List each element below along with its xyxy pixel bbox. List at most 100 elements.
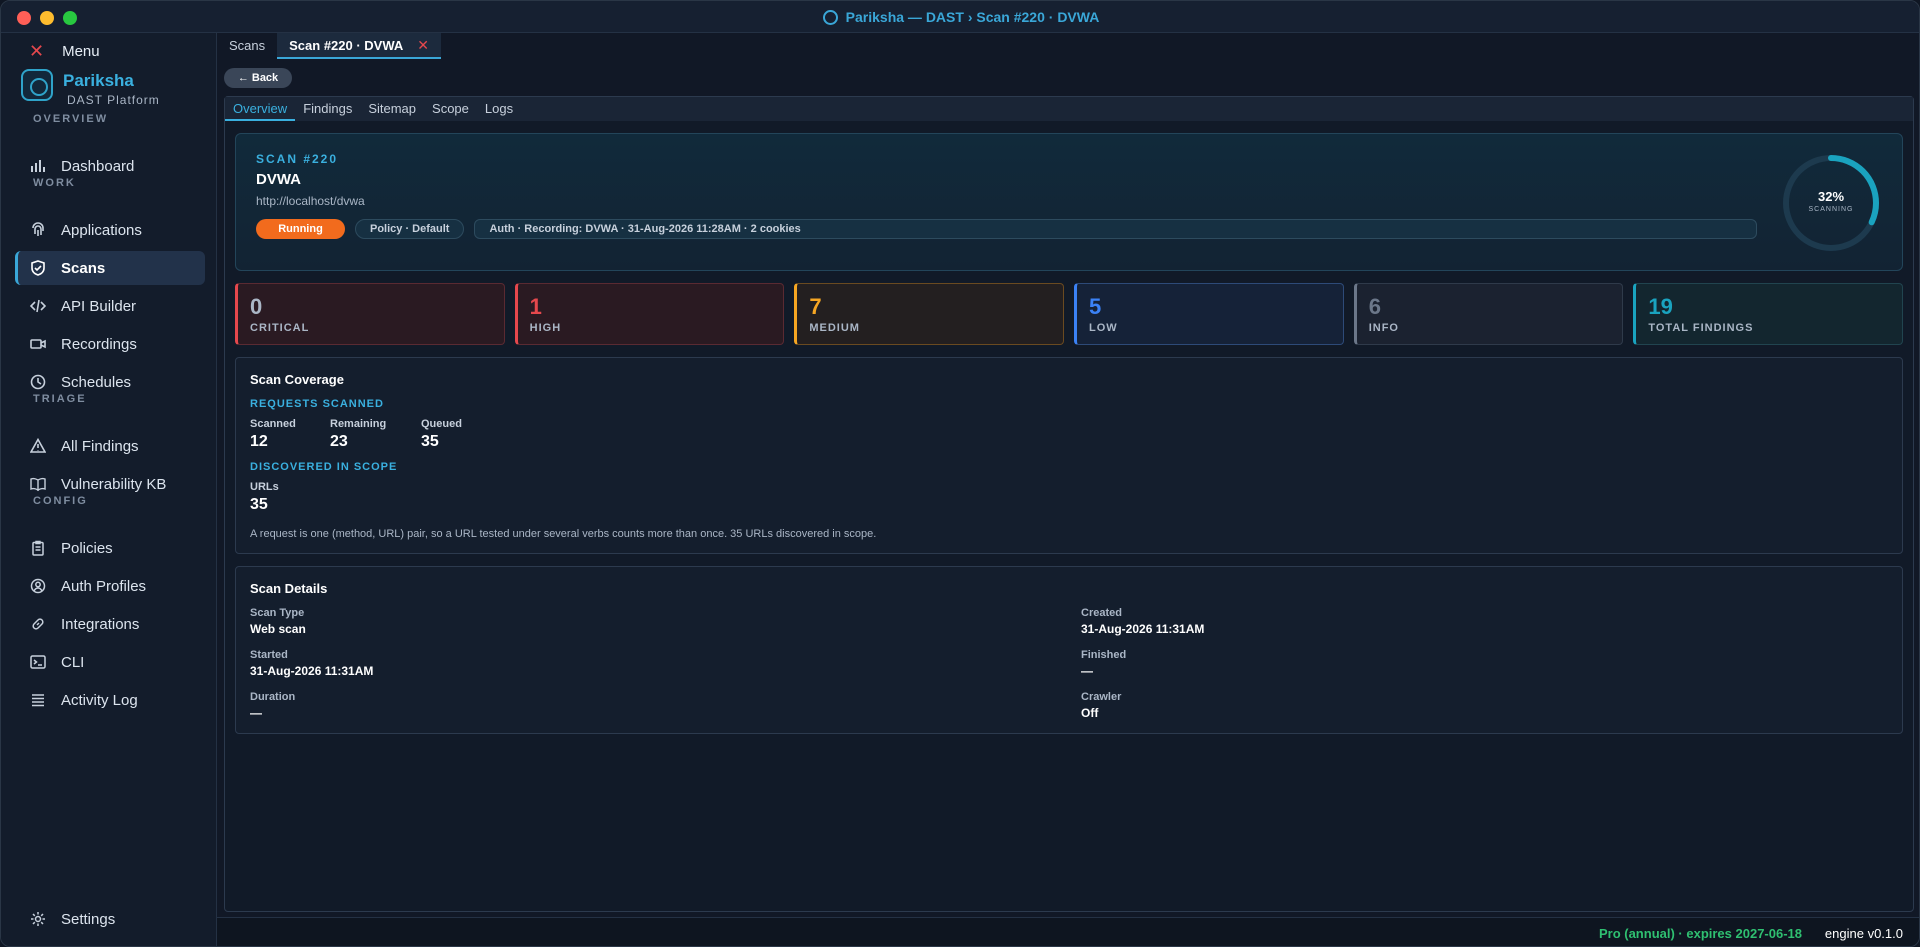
sidebar-item-label: Settings [61, 910, 116, 928]
scan-panel: Overview Findings Sitemap Scope Logs SCA… [224, 96, 1914, 912]
sidebar: ✕ Menu Pariksha DAST Platform OVERVIEW D… [1, 33, 217, 946]
sidebar-item-recordings[interactable]: Recordings [15, 327, 205, 361]
sidebar-item-integrations[interactable]: Integrations [15, 607, 205, 641]
clock-icon [29, 373, 47, 391]
stat-label: URLs [250, 481, 279, 493]
detail-label: Finished [1081, 649, 1127, 661]
severity-label: HIGH [529, 322, 562, 334]
sidebar-item-auth-profiles[interactable]: Auth Profiles [15, 569, 205, 603]
requests-scanned-heading: REQUESTS SCANNED [250, 398, 384, 410]
detail-crawler: Crawler Off [1081, 691, 1121, 720]
detail-value: 31-Aug-2026 11:31AM [1081, 622, 1205, 636]
brand-name: Pariksha [63, 71, 134, 90]
tab-scans[interactable]: Scans [217, 33, 277, 59]
detail-created: Created 31-Aug-2026 11:31AM [1081, 607, 1204, 636]
subtab-findings[interactable]: Findings [295, 97, 360, 121]
app-window: Pariksha — DAST › Scan #220 · DVWA ✕ Men… [0, 0, 1920, 947]
severity-count: 1 [529, 294, 542, 319]
progress-label: SCANNING [1808, 206, 1854, 213]
scan-badges: Running Policy · Default Auth · Recordin… [256, 219, 1758, 239]
subtab-overview[interactable]: Overview [225, 97, 296, 121]
close-menu-icon[interactable]: ✕ [29, 41, 44, 62]
sidebar-item-label: API Builder [61, 297, 137, 315]
detail-scan-type: Scan Type Web scan [250, 607, 306, 636]
section-overview: OVERVIEW [33, 113, 109, 125]
scan-target-name: DVWA [256, 171, 301, 188]
policy-badge: Policy · Default [355, 219, 465, 239]
fingerprint-icon [29, 221, 47, 239]
severity-card-high[interactable]: 1 HIGH [514, 283, 785, 345]
detail-value: — [1081, 664, 1093, 678]
severity-label: LOW [1089, 322, 1118, 334]
close-tab-icon[interactable]: ✕ [417, 37, 429, 54]
engine-version: engine v0.1.0 [1824, 926, 1903, 941]
severity-count: 6 [1368, 294, 1381, 319]
subtab-logs[interactable]: Logs [477, 97, 521, 121]
detail-value: — [250, 706, 262, 720]
sidebar-item-applications[interactable]: Applications [15, 213, 205, 247]
sidebar-item-settings[interactable]: Settings [15, 902, 205, 936]
book-icon [29, 475, 47, 493]
subtab-scope[interactable]: Scope [424, 97, 477, 121]
detail-value: Web scan [250, 622, 306, 636]
brand-subtitle: DAST Platform [67, 93, 160, 107]
severity-card-info[interactable]: 6 INFO [1353, 283, 1624, 345]
tab-label: Scan #220 · DVWA [289, 37, 404, 53]
scan-header-card: SCAN #220 DVWA http://localhost/dvwa Run… [235, 133, 1903, 271]
stat-scanned: Scanned 12 [250, 418, 296, 451]
sidebar-item-label: Policies [61, 539, 113, 557]
code-icon [29, 297, 47, 315]
severity-label: CRITICAL [250, 322, 310, 334]
link-icon [29, 615, 47, 633]
detail-label: Created [1081, 607, 1122, 619]
stat-value: 35 [250, 496, 268, 513]
sidebar-item-policies[interactable]: Policies [15, 531, 205, 565]
severity-card-critical[interactable]: 0 CRITICAL [235, 283, 505, 345]
sidebar-item-label: Recordings [61, 335, 137, 353]
section-config: CONFIG [33, 495, 88, 507]
warning-icon [29, 437, 47, 455]
sidebar-item-activity-log[interactable]: Activity Log [15, 683, 205, 717]
sidebar-item-label: Auth Profiles [61, 577, 147, 595]
status-badge: Running [256, 219, 345, 239]
sidebar-item-all-findings[interactable]: All Findings [15, 429, 205, 463]
severity-label: MEDIUM [809, 322, 860, 334]
detail-label: Crawler [1081, 691, 1122, 703]
coverage-note: A request is one (method, URL) pair, so … [250, 528, 877, 540]
progress-readout: 32% SCANNING [1780, 189, 1882, 213]
detail-finished: Finished — [1081, 649, 1126, 678]
list-icon [29, 691, 47, 709]
menu-toggle[interactable]: ✕ Menu [29, 41, 100, 62]
stat-label: Scanned [250, 418, 296, 430]
severity-card-low[interactable]: 5 LOW [1074, 283, 1344, 345]
severity-card-total[interactable]: 19 TOTAL FINDINGS [1633, 283, 1904, 345]
stat-label: Remaining [330, 418, 387, 430]
subtab-sitemap[interactable]: Sitemap [360, 97, 424, 121]
scan-id: SCAN #220 [256, 152, 339, 166]
severity-count: 0 [250, 294, 263, 319]
scan-target-url: http://localhost/dvwa [256, 194, 365, 208]
severity-count: 7 [809, 294, 822, 319]
sidebar-item-scans[interactable]: Scans [15, 251, 205, 285]
video-icon [29, 335, 47, 353]
sidebar-item-label: Vulnerability KB [61, 475, 167, 493]
sidebar-item-cli[interactable]: CLI [15, 645, 205, 679]
detail-value: 31-Aug-2026 11:31AM [250, 664, 374, 678]
license-status: Pro (annual) · expires 2027-06-18 [1598, 926, 1802, 941]
subtabs: Overview Findings Sitemap Scope Logs [225, 97, 1913, 121]
back-button[interactable]: ← Back [224, 68, 292, 88]
sidebar-item-api-builder[interactable]: API Builder [15, 289, 205, 323]
tab-scan-220[interactable]: Scan #220 · DVWA ✕ [277, 33, 442, 59]
status-bar: Pro (annual) · expires 2027-06-18 engine… [217, 917, 1919, 946]
sidebar-item-label: CLI [61, 653, 85, 671]
severity-count: 19 [1648, 294, 1673, 319]
sidebar-item-label: Activity Log [61, 691, 138, 709]
stat-queued: Queued 35 [421, 418, 462, 451]
sidebar-item-label: Scans [61, 259, 106, 277]
document-tabs: Scans Scan #220 · DVWA ✕ [217, 33, 442, 59]
stat-urls: URLs 35 [250, 481, 279, 514]
sidebar-item-label: All Findings [61, 437, 139, 455]
severity-card-medium[interactable]: 7 MEDIUM [794, 283, 1065, 345]
auth-badge: Auth · Recording: DVWA · 31-Aug-2026 11:… [474, 219, 1758, 239]
detail-label: Duration [250, 691, 296, 703]
